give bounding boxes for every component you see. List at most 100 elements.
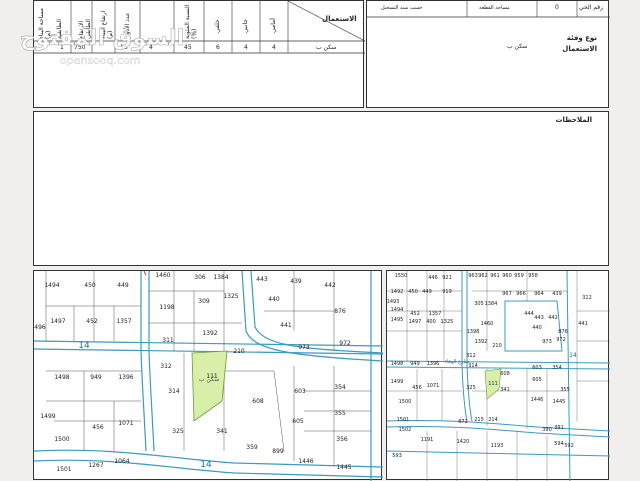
parcel-number-964: 964 — [534, 291, 544, 297]
parcel-number-1396: 1396 — [118, 374, 133, 381]
parcel-number-608: 608 — [500, 371, 510, 377]
parcel-number-444: 444 — [524, 311, 534, 317]
parcel-number-1325: 1325 — [223, 293, 238, 300]
parcel-number-1384: 1384 — [213, 274, 228, 281]
parcel-number-210: 210 — [492, 343, 502, 349]
parcel-number-443: 443 — [534, 315, 544, 321]
usage-type-label: نوع وفئة الاستعمال — [562, 34, 597, 53]
parcel-number-959: 959 — [514, 273, 524, 279]
parcel-number-1445: 1445 — [336, 464, 351, 471]
parcel-number-973: 973 — [298, 344, 310, 351]
parcel-number-306: 306 — [194, 274, 206, 281]
parcel-number-1398: 1398 — [467, 329, 480, 335]
hatched-parcel — [191, 350, 228, 422]
info-grid — [367, 1, 610, 18]
registry-label: حسب سند التسجيل — [381, 5, 423, 11]
parcel-number-966: 966 — [516, 291, 526, 297]
hatched-parcel-number: 111 — [488, 381, 498, 387]
road-line — [566, 271, 571, 481]
parcel-number-314: 314 — [468, 363, 478, 369]
parcel-number-1493: 1493 — [387, 299, 399, 305]
parcel-number-603: 603 — [294, 388, 306, 395]
road-number: 14 — [569, 352, 577, 359]
header-percentage: النسبة المئوية (%) — [184, 4, 198, 39]
district-no-label: رقم الحي — [579, 4, 604, 11]
parcel-number-949: 949 — [90, 374, 102, 381]
header-usage: الاستعمال — [322, 15, 357, 23]
parcel-number-391: 391 — [554, 425, 564, 431]
parcel-number-215: 215 — [474, 417, 484, 423]
parcel-number-355: 355 — [560, 387, 570, 393]
parcel-number-1497: 1497 — [50, 318, 65, 325]
road-line — [250, 271, 383, 354]
parcel-number-1420: 1420 — [457, 439, 470, 445]
value-usage: سكن ب — [316, 44, 337, 51]
value-side: 4 — [244, 44, 248, 51]
parcel-number-1267: 1267 — [88, 462, 103, 469]
parcel-number-443: 443 — [256, 276, 268, 283]
parcel-number-872: 872 — [458, 419, 468, 425]
parcel-number-1392: 1392 — [475, 339, 488, 345]
parcel-number-973: 973 — [542, 339, 552, 345]
parcel-number-390: 390 — [542, 427, 552, 433]
parcel-number-305: 305 — [474, 301, 484, 307]
parcel-number-1325: 1325 — [441, 319, 454, 325]
parcel-number-325: 325 — [466, 385, 476, 391]
parcel-number-1550: 1550 — [395, 273, 408, 279]
parcel-number-1499: 1499 — [391, 379, 404, 385]
parcel-number-1501: 1501 — [397, 417, 410, 423]
parcel-number-450: 450 — [84, 282, 96, 289]
parcel-number-1446: 1446 — [531, 397, 544, 403]
parcel-number-1494: 1494 — [391, 307, 404, 313]
parcel-number-449: 449 — [422, 289, 432, 295]
map-right-drawing: 1550 446 921 963 962 961 960 959 958 1492 450 449 91… — [387, 271, 610, 481]
parcel-number-446: 446 — [428, 275, 438, 281]
road-number: 14 — [78, 341, 90, 351]
parcel-number-359: 359 — [246, 444, 258, 451]
parcel-number-439: 439 — [290, 278, 302, 285]
road-line — [387, 425, 610, 438]
parcel-number-962: 962 — [478, 273, 488, 279]
plot-info-box: حسب سند التسجيل مساحة القطعة 0 رقم الحي … — [366, 0, 610, 108]
hatched-note: سكن ب — [199, 376, 219, 383]
parcel-number-456: 456 — [92, 424, 104, 431]
parcel-number-1198: 1198 — [159, 304, 174, 311]
parcel-number-456: 456 — [412, 385, 422, 391]
road-line — [148, 271, 155, 452]
road-line — [387, 360, 610, 364]
parcel-number-442: 442 — [324, 282, 336, 289]
parcel-number-214: 214 — [488, 417, 498, 423]
parcel-number-1498: 1498 — [391, 361, 404, 367]
parcel-number-1071: 1071 — [427, 383, 440, 389]
parcel-number-440: 440 — [268, 296, 280, 303]
road-line — [140, 271, 147, 452]
parcel-number-921: 921 — [442, 275, 452, 281]
watermark-domain: opensooq.com — [60, 54, 141, 67]
parcel-number-1064: 1064 — [114, 458, 129, 465]
parcel-number-1392: 1392 — [202, 330, 217, 337]
district-no-value: 0 — [555, 4, 559, 11]
road-number: 14 — [200, 460, 212, 470]
parcel-number-603: 603 — [532, 365, 542, 371]
parcel-number-309: 309 — [198, 298, 210, 305]
parcel-number-452: 452 — [86, 318, 98, 325]
map-left-drawing: 1494 450 449 1497 452 1357 496 1460 306 1384 443 43… — [34, 271, 383, 481]
notes-label: الملاحظات — [555, 116, 592, 124]
parcel-number-1384: 1384 — [485, 301, 498, 307]
parcel-number-961: 961 — [490, 273, 500, 279]
watermark: السوق المفتوح opensooq.com — [20, 26, 185, 76]
parcel-number-1500: 1500 — [399, 399, 412, 405]
parcel-number-1071: 1071 — [118, 420, 133, 427]
parcel-number-1396: 1396 — [427, 361, 440, 367]
parcel-number-354: 354 — [552, 365, 562, 371]
parcel-number-1492: 1492 — [391, 289, 404, 295]
road-line — [461, 271, 468, 422]
parcel-number-967: 967 — [502, 291, 512, 297]
parcel-number-356: 356 — [336, 436, 348, 443]
header-rear: خلفي — [214, 19, 221, 33]
road-line — [387, 366, 610, 370]
parcel-number-605: 605 — [292, 418, 304, 425]
site-map-right: 1550 446 921 963 962 961 960 959 958 1492 450 449 91… — [386, 270, 610, 481]
notes-box: الملاحظات — [33, 111, 609, 266]
parcel-number-311: 311 — [162, 337, 174, 344]
